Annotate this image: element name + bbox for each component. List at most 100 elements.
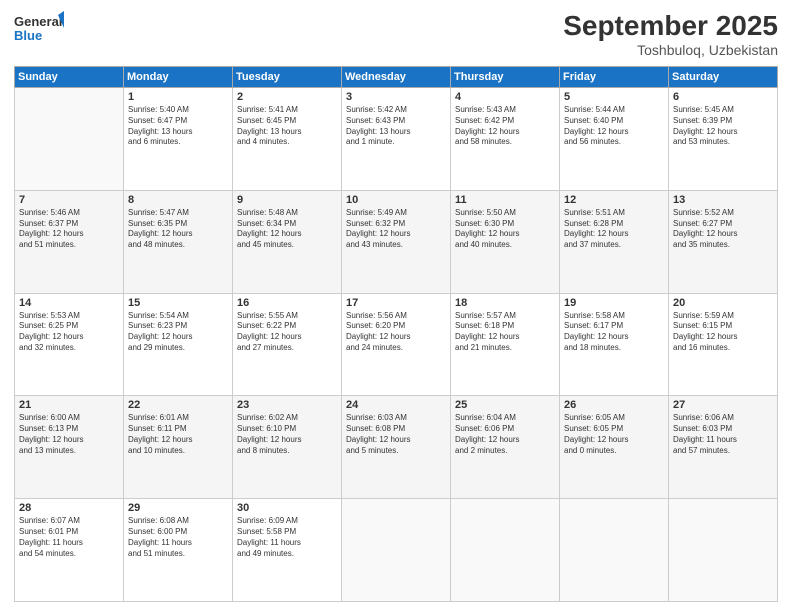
logo-svg: General Blue: [14, 10, 64, 46]
day-number: 29: [128, 502, 228, 514]
calendar-day-cell: 13 Sunrise: 5:52 AMSunset: 6:27 PMDayligh…: [669, 190, 778, 293]
weekday-header-cell: Thursday: [451, 67, 560, 88]
calendar-day-cell: 17 Sunrise: 5:56 AMSunset: 6:20 PMDayligh…: [342, 293, 451, 396]
calendar-day-cell: [451, 499, 560, 602]
calendar-day-cell: 5Sunrise: 5:44 AMSunset: 6:40 PMDaylight…: [560, 88, 669, 191]
day-info: Sunrise: 5:43 AMSunset: 6:42 PMDaylight:…: [455, 105, 555, 148]
day-info: Sunrise: 5:40 AMSunset: 6:47 PMDaylight:…: [128, 105, 228, 148]
calendar-body: 1Sunrise: 5:40 AMSunset: 6:47 PMDaylight…: [15, 88, 778, 602]
day-number: 23: [237, 399, 337, 411]
weekday-header-cell: Wednesday: [342, 67, 451, 88]
header: General Blue September 2025 Toshbuloq, U…: [14, 10, 778, 58]
day-info: Sunrise: 6:02 AMSunset: 6:10 PMDaylight:…: [237, 413, 337, 456]
day-number: 22: [128, 399, 228, 411]
calendar-day-cell: 9 Sunrise: 5:48 AMSunset: 6:34 PMDaylight…: [233, 190, 342, 293]
day-number: 24: [346, 399, 446, 411]
calendar-day-cell: 11 Sunrise: 5:50 AMSunset: 6:30 PMDayligh…: [451, 190, 560, 293]
day-info: Sunrise: 5:58 AMSunset: 6:17 PMDaylight:…: [564, 311, 664, 354]
calendar-week-row: 7 Sunrise: 5:46 AMSunset: 6:37 PMDaylight…: [15, 190, 778, 293]
calendar-day-cell: 16 Sunrise: 5:55 AMSunset: 6:22 PMDayligh…: [233, 293, 342, 396]
svg-text:Blue: Blue: [14, 28, 42, 43]
day-info: Sunrise: 5:51 AMSunset: 6:28 PMDaylight:…: [564, 208, 664, 251]
day-info: Sunrise: 5:48 AMSunset: 6:34 PMDaylight:…: [237, 208, 337, 251]
calendar-day-cell: [15, 88, 124, 191]
day-number: 18: [455, 297, 555, 309]
calendar-day-cell: 4Sunrise: 5:43 AMSunset: 6:42 PMDaylight…: [451, 88, 560, 191]
day-number: 6: [673, 91, 773, 103]
day-number: 16: [237, 297, 337, 309]
day-number: 11: [455, 194, 555, 206]
day-number: 28: [19, 502, 119, 514]
calendar-day-cell: 30 Sunrise: 6:09 AMSunset: 5:58 PMDayligh…: [233, 499, 342, 602]
calendar-day-cell: 28 Sunrise: 6:07 AMSunset: 6:01 PMDayligh…: [15, 499, 124, 602]
calendar-day-cell: 22 Sunrise: 6:01 AMSunset: 6:11 PMDayligh…: [124, 396, 233, 499]
calendar-day-cell: 29Sunrise: 6:08 AMSunset: 6:00 PMDayligh…: [124, 499, 233, 602]
day-info: Sunrise: 5:49 AMSunset: 6:32 PMDaylight:…: [346, 208, 446, 251]
day-info: Sunrise: 6:04 AMSunset: 6:06 PMDaylight:…: [455, 413, 555, 456]
day-info: Sunrise: 5:42 AMSunset: 6:43 PMDaylight:…: [346, 105, 446, 148]
day-info: Sunrise: 5:55 AMSunset: 6:22 PMDaylight:…: [237, 311, 337, 354]
weekday-header-row: SundayMondayTuesdayWednesdayThursdayFrid…: [15, 67, 778, 88]
day-info: Sunrise: 5:53 AMSunset: 6:25 PMDaylight:…: [19, 311, 119, 354]
day-info: Sunrise: 5:54 AMSunset: 6:23 PMDaylight:…: [128, 311, 228, 354]
day-number: 2: [237, 91, 337, 103]
calendar-day-cell: 27 Sunrise: 6:06 AMSunset: 6:03 PMDayligh…: [669, 396, 778, 499]
calendar-week-row: 21 Sunrise: 6:00 AMSunset: 6:13 PMDayligh…: [15, 396, 778, 499]
logo: General Blue: [14, 10, 64, 46]
weekday-header-cell: Friday: [560, 67, 669, 88]
day-number: 30: [237, 502, 337, 514]
calendar-day-cell: [669, 499, 778, 602]
day-info: Sunrise: 5:56 AMSunset: 6:20 PMDaylight:…: [346, 311, 446, 354]
day-number: 27: [673, 399, 773, 411]
day-number: 13: [673, 194, 773, 206]
day-number: 17: [346, 297, 446, 309]
day-info: Sunrise: 6:09 AMSunset: 5:58 PMDaylight:…: [237, 516, 337, 559]
day-info: Sunrise: 5:41 AMSunset: 6:45 PMDaylight:…: [237, 105, 337, 148]
calendar-table: SundayMondayTuesdayWednesdayThursdayFrid…: [14, 66, 778, 602]
page: General Blue September 2025 Toshbuloq, U…: [0, 0, 792, 612]
calendar-day-cell: 25 Sunrise: 6:04 AMSunset: 6:06 PMDayligh…: [451, 396, 560, 499]
day-info: Sunrise: 6:01 AMSunset: 6:11 PMDaylight:…: [128, 413, 228, 456]
svg-text:General: General: [14, 14, 62, 29]
day-number: 25: [455, 399, 555, 411]
day-number: 9: [237, 194, 337, 206]
day-number: 20: [673, 297, 773, 309]
calendar-day-cell: 18Sunrise: 5:57 AMSunset: 6:18 PMDayligh…: [451, 293, 560, 396]
calendar-day-cell: 7 Sunrise: 5:46 AMSunset: 6:37 PMDaylight…: [15, 190, 124, 293]
title-block: September 2025 Toshbuloq, Uzbekistan: [563, 10, 778, 58]
day-info: Sunrise: 6:07 AMSunset: 6:01 PMDaylight:…: [19, 516, 119, 559]
calendar-day-cell: 12 Sunrise: 5:51 AMSunset: 6:28 PMDayligh…: [560, 190, 669, 293]
day-number: 7: [19, 194, 119, 206]
calendar-day-cell: 8Sunrise: 5:47 AMSunset: 6:35 PMDaylight…: [124, 190, 233, 293]
day-number: 26: [564, 399, 664, 411]
day-number: 21: [19, 399, 119, 411]
calendar-day-cell: 3 Sunrise: 5:42 AMSunset: 6:43 PMDaylight…: [342, 88, 451, 191]
location-subtitle: Toshbuloq, Uzbekistan: [563, 42, 778, 58]
calendar-day-cell: 20Sunrise: 5:59 AMSunset: 6:15 PMDayligh…: [669, 293, 778, 396]
calendar-day-cell: 2 Sunrise: 5:41 AMSunset: 6:45 PMDaylight…: [233, 88, 342, 191]
calendar-day-cell: 15 Sunrise: 5:54 AMSunset: 6:23 PMDayligh…: [124, 293, 233, 396]
day-number: 8: [128, 194, 228, 206]
day-number: 12: [564, 194, 664, 206]
calendar-week-row: 1Sunrise: 5:40 AMSunset: 6:47 PMDaylight…: [15, 88, 778, 191]
day-info: Sunrise: 5:50 AMSunset: 6:30 PMDaylight:…: [455, 208, 555, 251]
day-info: Sunrise: 6:03 AMSunset: 6:08 PMDaylight:…: [346, 413, 446, 456]
day-info: Sunrise: 5:52 AMSunset: 6:27 PMDaylight:…: [673, 208, 773, 251]
day-number: 14: [19, 297, 119, 309]
calendar-day-cell: 14 Sunrise: 5:53 AMSunset: 6:25 PMDayligh…: [15, 293, 124, 396]
weekday-header-cell: Sunday: [15, 67, 124, 88]
day-number: 10: [346, 194, 446, 206]
day-info: Sunrise: 5:44 AMSunset: 6:40 PMDaylight:…: [564, 105, 664, 148]
day-number: 15: [128, 297, 228, 309]
calendar-day-cell: 10 Sunrise: 5:49 AMSunset: 6:32 PMDayligh…: [342, 190, 451, 293]
calendar-week-row: 28 Sunrise: 6:07 AMSunset: 6:01 PMDayligh…: [15, 499, 778, 602]
calendar-day-cell: 26Sunrise: 6:05 AMSunset: 6:05 PMDayligh…: [560, 396, 669, 499]
day-info: Sunrise: 6:06 AMSunset: 6:03 PMDaylight:…: [673, 413, 773, 456]
calendar-day-cell: 23 Sunrise: 6:02 AMSunset: 6:10 PMDayligh…: [233, 396, 342, 499]
day-info: Sunrise: 5:46 AMSunset: 6:37 PMDaylight:…: [19, 208, 119, 251]
calendar-week-row: 14 Sunrise: 5:53 AMSunset: 6:25 PMDayligh…: [15, 293, 778, 396]
day-number: 3: [346, 91, 446, 103]
calendar-day-cell: 19Sunrise: 5:58 AMSunset: 6:17 PMDayligh…: [560, 293, 669, 396]
weekday-header-cell: Monday: [124, 67, 233, 88]
day-info: Sunrise: 6:00 AMSunset: 6:13 PMDaylight:…: [19, 413, 119, 456]
